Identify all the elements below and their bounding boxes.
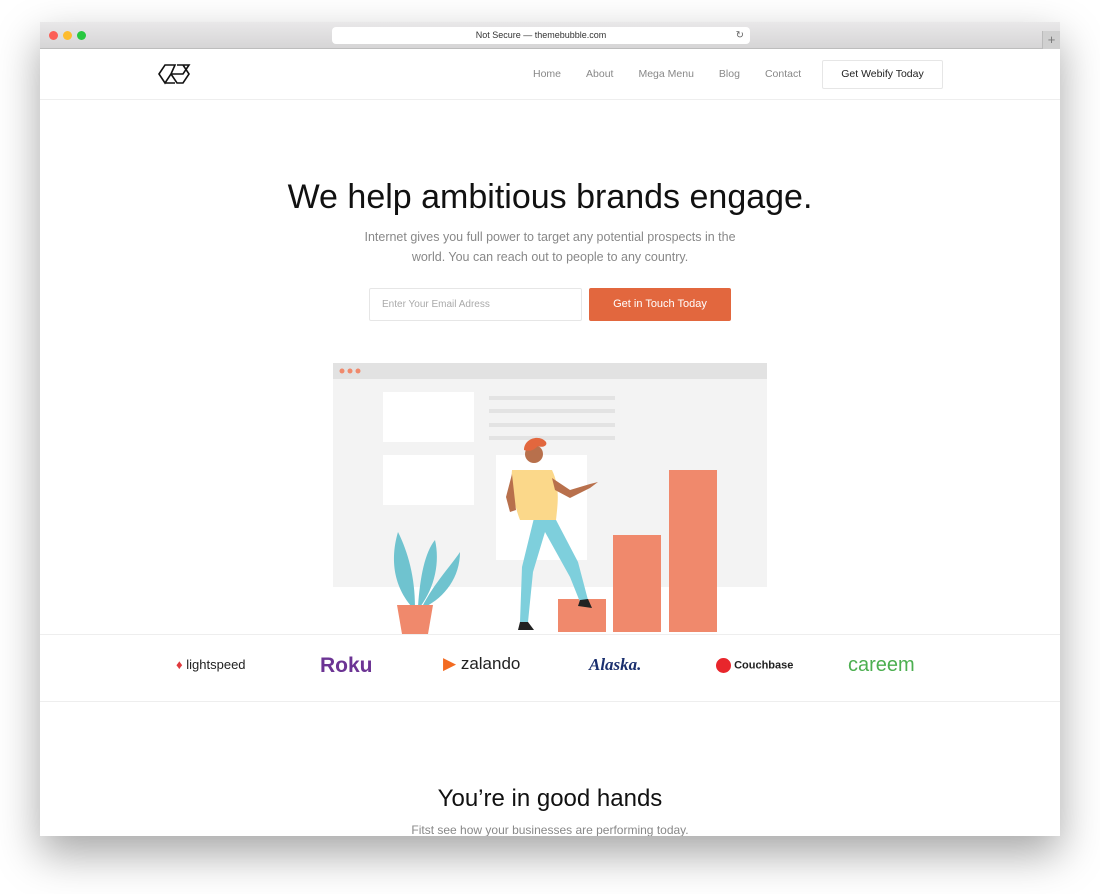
brand-couchbase: Couchbase [716,658,793,673]
brand-lightspeed: ♦ lightspeed [176,657,246,672]
section-subtitle: Fitst see how your businesses are perfor… [411,823,689,836]
brand-zalando: ▶ zalando [443,654,521,673]
couchbase-icon [716,658,731,673]
play-icon: ▶ [443,654,457,673]
hero-illustration [333,363,767,634]
brand-careem: careem [848,654,915,676]
flame-icon: ♦ [176,657,183,672]
brand-alaska: Alaska. [589,655,642,674]
section-title: You’re in good hands [437,785,663,812]
brand-roku: Roku [320,654,373,677]
brand-logos: ♦ lightspeed Roku ▶ zalando Alaska. Couc… [40,634,1060,702]
browser-window: Not Secure — themebubble.com ↻ + Home Abo… [40,22,1060,836]
